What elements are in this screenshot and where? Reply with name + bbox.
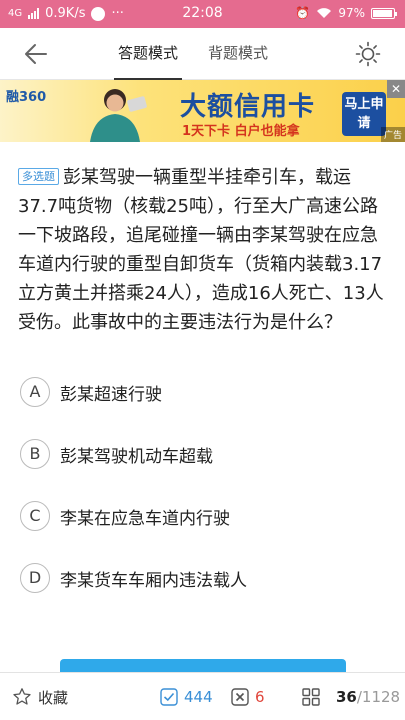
option-d[interactable]: D 李某货车车厢内违法载人 — [20, 561, 385, 595]
question-text: 彭某驾驶一辆重型半挂牵引车，载运37.7吨货物（核载25吨），行至大广高速公路一… — [18, 167, 384, 333]
favorite-button[interactable]: 收藏 — [12, 673, 68, 720]
option-b[interactable]: B 彭某驾驶机动车超载 — [20, 437, 385, 471]
status-right: ⏰ 97% — [295, 6, 397, 20]
ad-logo: 融360 — [6, 90, 47, 105]
cross-box-icon — [231, 688, 249, 706]
option-letter: A — [20, 377, 50, 407]
battery-percent: 97% — [338, 6, 365, 20]
total-questions: /1128 — [356, 688, 401, 706]
ad-close-icon[interactable]: ✕ — [387, 80, 405, 98]
ad-apply-button[interactable]: 马上申请 — [342, 92, 386, 136]
wrong-count-value: 6 — [255, 688, 265, 706]
back-arrow-icon[interactable] — [22, 40, 50, 68]
mode-tabs: 答题模式 背题模式 — [113, 28, 268, 80]
option-text: 李某在应急车道内行驶 — [60, 508, 230, 529]
wifi-icon — [317, 8, 332, 18]
battery-icon — [371, 7, 397, 19]
ad-title: 大额信用卡 — [180, 92, 316, 122]
confirm-button[interactable] — [60, 659, 346, 673]
top-nav: 答题模式 背题模式 — [0, 28, 405, 80]
status-bar: 4G 0.9K/s ··· 22:08 ⏰ 97% — [0, 0, 405, 28]
bottom-bar: 收藏 444 6 36/1128 — [0, 672, 405, 720]
option-letter: B — [20, 439, 50, 469]
tab-answer-mode[interactable]: 答题模式 — [113, 28, 183, 80]
ad-person-image — [90, 89, 147, 142]
current-question-number: 36 — [336, 688, 357, 706]
question-text-block: 多选题 彭某驾驶一辆重型半挂牵引车，载运37.7吨货物（核载25吨），行至大广高速… — [18, 163, 390, 337]
wrong-count[interactable]: 6 — [231, 673, 265, 720]
option-c[interactable]: C 李某在应急车道内行驶 — [20, 499, 385, 533]
option-text: 李某货车车厢内违法载人 — [60, 570, 247, 591]
alarm-icon: ⏰ — [295, 6, 311, 20]
correct-count-value: 444 — [184, 688, 213, 706]
question-type-badge: 多选题 — [18, 168, 59, 185]
grid-icon — [302, 688, 320, 706]
ad-banner[interactable]: 融360 大额信用卡 1天下卡 白户也能拿 马上申请 ✕ 广告 — [0, 80, 405, 142]
star-icon — [13, 688, 31, 705]
question-index-button[interactable]: 36/1128 — [302, 673, 400, 720]
favorite-label: 收藏 — [38, 688, 69, 707]
option-text: 彭某驾驶机动车超载 — [60, 446, 213, 467]
tab-review-mode[interactable]: 背题模式 — [208, 28, 268, 80]
check-box-icon — [160, 688, 178, 706]
ad-subtitle: 1天下卡 白户也能拿 — [182, 124, 300, 139]
brightness-icon[interactable] — [355, 41, 381, 67]
option-letter: D — [20, 563, 50, 593]
option-letter: C — [20, 501, 50, 531]
option-text: 彭某超速行驶 — [60, 384, 162, 405]
ad-label: 广告 — [380, 127, 405, 142]
option-a[interactable]: A 彭某超速行驶 — [20, 375, 385, 409]
correct-count[interactable]: 444 — [160, 673, 213, 720]
